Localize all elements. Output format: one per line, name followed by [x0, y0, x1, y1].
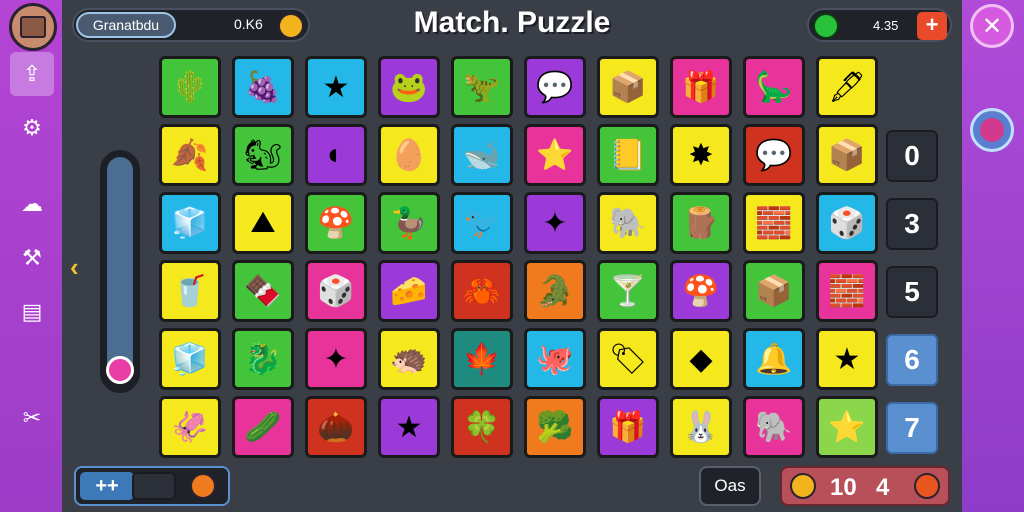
- count-a: 10: [830, 474, 857, 501]
- toggle-switch[interactable]: [132, 472, 176, 500]
- grid-tile[interactable]: 💬: [524, 56, 586, 118]
- grid-tile[interactable]: 📦: [597, 56, 659, 118]
- grid-tile[interactable]: ⭐: [816, 396, 878, 458]
- cloud-icon[interactable]: ☁: [12, 186, 52, 222]
- avatar[interactable]: [9, 3, 57, 51]
- grid-tile[interactable]: 🥦: [524, 396, 586, 458]
- level-slider[interactable]: [100, 150, 140, 393]
- grid-tile[interactable]: 📦: [816, 124, 878, 186]
- grid-tile[interactable]: 🖋: [816, 56, 878, 118]
- avatar-face: [20, 16, 46, 38]
- grid-tile[interactable]: 🍁: [451, 328, 513, 390]
- grid-tile[interactable]: 🧊: [159, 328, 221, 390]
- grid-tile[interactable]: ✦: [524, 192, 586, 254]
- grid-tile[interactable]: 🦖: [451, 56, 513, 118]
- grid-tile[interactable]: ◐: [305, 124, 367, 186]
- fruit-icon: [914, 473, 940, 499]
- upload-icon[interactable]: ⇪: [10, 52, 54, 96]
- number-tile[interactable]: 0: [886, 130, 938, 182]
- grid-tile[interactable]: 🐉: [232, 328, 294, 390]
- grid-tile[interactable]: 🌰: [305, 396, 367, 458]
- grid-tile[interactable]: 🐸: [378, 56, 440, 118]
- grid-tile[interactable]: 🐿: [232, 124, 294, 186]
- calendar-icon[interactable]: ▤: [12, 294, 52, 330]
- gem-bar: 4.35 +: [807, 8, 952, 42]
- grid-tile[interactable]: 🍀: [451, 396, 513, 458]
- grid-tile[interactable]: 🐘: [597, 192, 659, 254]
- grid-tile[interactable]: 🥒: [232, 396, 294, 458]
- grid-tile[interactable]: ✸: [670, 124, 732, 186]
- chevron-left-icon[interactable]: ‹: [70, 252, 79, 283]
- grid-tile[interactable]: 🥤: [159, 260, 221, 322]
- grid-tile[interactable]: ◆: [670, 328, 732, 390]
- gem-icon: [813, 13, 839, 39]
- grid-tile[interactable]: 🦀: [451, 260, 513, 322]
- coin-icon: [790, 473, 816, 499]
- grid-tile[interactable]: 🥚: [378, 124, 440, 186]
- number-tile[interactable]: 5: [886, 266, 938, 318]
- grid-tile[interactable]: ✦: [305, 328, 367, 390]
- power-icon: [980, 118, 1004, 142]
- game-panel: Granatbdu 0.K6 Match. Puzzle 4.35 + ‹ 🌵 🍇…: [62, 0, 962, 512]
- grid-tile[interactable]: 🍇: [232, 56, 294, 118]
- grid-tile[interactable]: ⛰: [232, 192, 294, 254]
- grid-tile[interactable]: 🎁: [597, 396, 659, 458]
- hammer-icon[interactable]: ⚒: [12, 240, 52, 276]
- bottom-left-bar: ++: [74, 466, 230, 506]
- grid-tile[interactable]: 🧱: [816, 260, 878, 322]
- grid-tile[interactable]: 🐋: [451, 124, 513, 186]
- grid-tile[interactable]: 🧊: [159, 192, 221, 254]
- grid-tile[interactable]: 🍫: [232, 260, 294, 322]
- character-icon: [190, 473, 216, 499]
- grid-tile[interactable]: 🏷: [597, 328, 659, 390]
- grid-tile[interactable]: 🧱: [743, 192, 805, 254]
- gem-value: 4.35: [873, 18, 899, 33]
- right-sidebar: ✕: [962, 0, 1024, 512]
- grid-tile[interactable]: ★: [305, 56, 367, 118]
- mode-button[interactable]: Oas: [699, 466, 761, 506]
- grid-tile[interactable]: 🍄: [305, 192, 367, 254]
- grid-tile[interactable]: 🍸: [597, 260, 659, 322]
- close-icon: ✕: [981, 12, 1003, 40]
- grid-tile[interactable]: 🦕: [743, 56, 805, 118]
- number-tile[interactable]: 7: [886, 402, 938, 454]
- power-button[interactable]: [970, 108, 1014, 152]
- grid-tile[interactable]: 🌵: [159, 56, 221, 118]
- grid-tile[interactable]: 💬: [743, 124, 805, 186]
- grid-tile[interactable]: 📦: [743, 260, 805, 322]
- add-gems-button[interactable]: +: [917, 12, 947, 40]
- settings-icon[interactable]: ⚙: [12, 110, 52, 146]
- number-tile[interactable]: 3: [886, 198, 938, 250]
- grid-tile[interactable]: 🦆: [378, 192, 440, 254]
- grid-tile[interactable]: 🐙: [524, 328, 586, 390]
- grid-tile[interactable]: 🐰: [670, 396, 732, 458]
- close-button[interactable]: ✕: [970, 4, 1014, 48]
- bottom-right-bar: 10 4: [780, 466, 950, 506]
- left-sidebar: ⇪ ⚙ ☁ ⚒ ▤ ✂: [0, 0, 62, 512]
- tools-icon[interactable]: ✂: [12, 400, 52, 436]
- grid-tile[interactable]: 🐘: [743, 396, 805, 458]
- grid-tile[interactable]: ⭐: [524, 124, 586, 186]
- slider-fill: [107, 157, 133, 382]
- grid-tile[interactable]: 🐦: [451, 192, 513, 254]
- toggle-button[interactable]: ++: [80, 472, 134, 500]
- slider-knob[interactable]: [106, 356, 134, 384]
- grid-tile[interactable]: 🔔: [743, 328, 805, 390]
- number-tile[interactable]: 6: [886, 334, 938, 386]
- grid-tile[interactable]: 🐊: [524, 260, 586, 322]
- grid-tile[interactable]: 🧀: [378, 260, 440, 322]
- grid-tile[interactable]: ★: [378, 396, 440, 458]
- grid-tile[interactable]: 🍄: [670, 260, 732, 322]
- grid-tile[interactable]: 🪵: [670, 192, 732, 254]
- grid-tile[interactable]: 🦑: [159, 396, 221, 458]
- grid-tile[interactable]: ★: [816, 328, 878, 390]
- count-b: 4: [876, 474, 890, 501]
- grid-tile[interactable]: 🎲: [816, 192, 878, 254]
- grid-tile[interactable]: 🎲: [305, 260, 367, 322]
- grid-tile[interactable]: 🦔: [378, 328, 440, 390]
- grid-tile[interactable]: 🍂: [159, 124, 221, 186]
- grid-tile[interactable]: 🎁: [670, 56, 732, 118]
- grid-tile[interactable]: 📒: [597, 124, 659, 186]
